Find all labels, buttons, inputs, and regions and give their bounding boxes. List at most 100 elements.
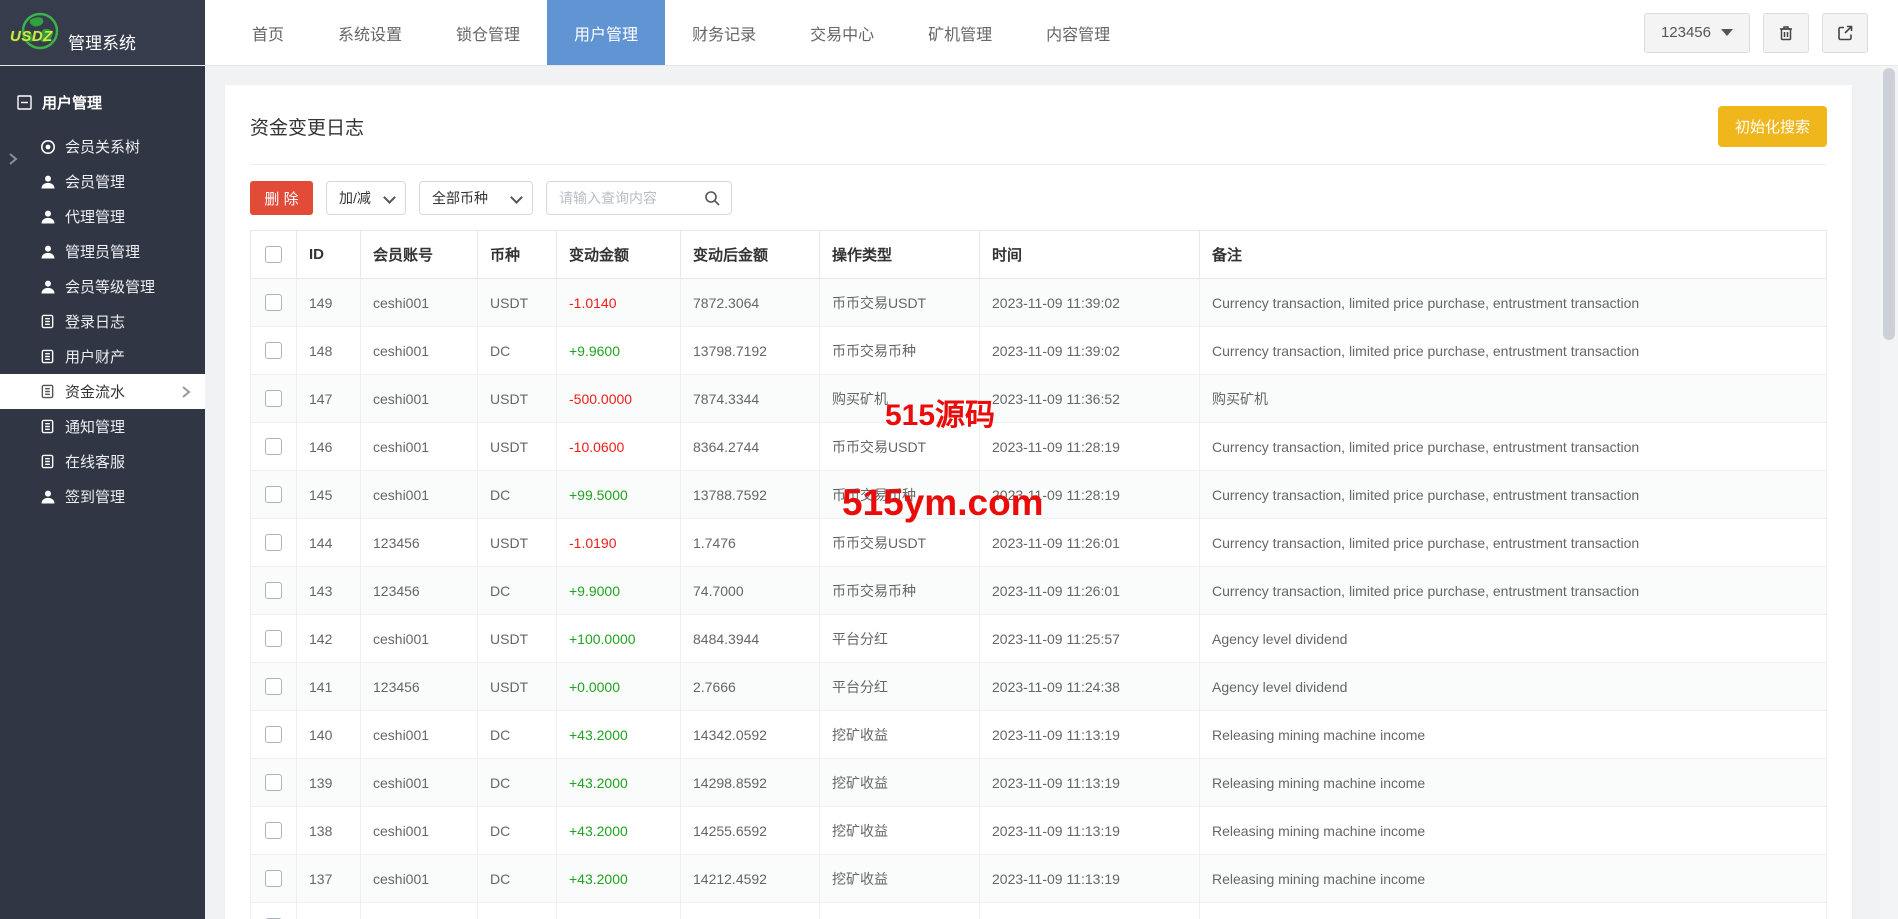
search-input[interactable] [547, 190, 704, 206]
cell-type: 币币交易币种 [820, 327, 980, 375]
app-logo: USDZ 管理系统 [0, 0, 205, 65]
cell-remark: Releasing mining machine income [1200, 903, 1827, 919]
cell-time: 2023-11-09 11:28:19 [980, 423, 1200, 471]
cell-change: -1.0190 [557, 519, 681, 567]
nav-item[interactable]: 系统设置 [311, 0, 429, 65]
cell-change: +0.0000 [557, 663, 681, 711]
sidebar-item-label: 管理员管理 [65, 241, 140, 262]
currency-select[interactable]: 全部币种 [419, 181, 533, 215]
cell-after: 7874.3344 [681, 375, 820, 423]
row-checkbox[interactable] [265, 630, 282, 647]
nav-item[interactable]: 用户管理 [547, 0, 665, 65]
scrollbar-thumb[interactable] [1883, 68, 1895, 340]
cell-currency: DC [478, 567, 557, 615]
cell-id: 147 [297, 375, 361, 423]
row-checkbox[interactable] [265, 294, 282, 311]
sidebar-item[interactable]: 在线客服 [0, 444, 205, 479]
nav-item[interactable]: 交易中心 [783, 0, 901, 65]
sidebar-item[interactable]: 登录日志 [0, 304, 205, 339]
cell-type: 平台分红 [820, 663, 980, 711]
cell-type: 挖矿收益 [820, 855, 980, 903]
cell-time: 2023-11-09 11:24:38 [980, 663, 1200, 711]
sidebar-item-label: 用户财产 [65, 346, 125, 367]
table-row: 143 123456 DC +9.9000 74.7000 币币交易币种 202… [251, 567, 1827, 615]
table-row: 137 ceshi001 DC +43.2000 14212.4592 挖矿收益… [251, 855, 1827, 903]
nav-item[interactable]: 首页 [225, 0, 311, 65]
sidebar-item-label: 会员等级管理 [65, 276, 155, 297]
cell-type: 购买矿机 [820, 375, 980, 423]
cell-after: 14342.0592 [681, 711, 820, 759]
nav-item[interactable]: 内容管理 [1019, 0, 1137, 65]
nav-item[interactable]: 矿机管理 [901, 0, 1019, 65]
row-checkbox[interactable] [265, 678, 282, 695]
cell-currency: DC [478, 327, 557, 375]
sidebar-item[interactable]: 代理管理 [0, 199, 205, 234]
type-select-wrap: 加/减 [326, 181, 406, 215]
cell-id: 141 [297, 663, 361, 711]
table-header-row: ID 会员账号 币种 变动金额 变动后金额 操作类型 时间 备注 [251, 231, 1827, 279]
sidebar-item[interactable]: 资金流水 [0, 374, 205, 409]
globe-logo-icon: USDZ [12, 8, 64, 58]
cell-account: ceshi001 [361, 471, 478, 519]
row-checkbox[interactable] [265, 870, 282, 887]
delete-button[interactable]: 删 除 [250, 181, 313, 215]
row-checkbox[interactable] [265, 534, 282, 551]
select-all-checkbox[interactable] [265, 246, 282, 263]
sidebar-item-icon [40, 489, 56, 505]
sidebar-item[interactable]: 会员关系树 [0, 129, 205, 164]
cell-id: 137 [297, 855, 361, 903]
type-select[interactable]: 加/减 [326, 181, 406, 215]
cell-currency: USDT [478, 519, 557, 567]
cell-currency: USDT [478, 375, 557, 423]
cell-remark: Currency transaction, limited price purc… [1200, 567, 1827, 615]
row-checkbox[interactable] [265, 726, 282, 743]
page-scrollbar[interactable] [1880, 66, 1898, 919]
logout-button[interactable] [1822, 13, 1868, 53]
cell-time: 2023-11-09 11:28:19 [980, 471, 1200, 519]
brand-text: USDZ [10, 28, 53, 45]
cell-after: 2.7666 [681, 663, 820, 711]
sidebar-item[interactable]: 会员等级管理 [0, 269, 205, 304]
cell-account: ceshi001 [361, 711, 478, 759]
col-remark: 备注 [1200, 231, 1827, 279]
nav-item[interactable]: 财务记录 [665, 0, 783, 65]
search-icon[interactable] [704, 190, 721, 207]
row-checkbox[interactable] [265, 342, 282, 359]
table-row: 146 ceshi001 USDT -10.0600 8364.2744 币币交… [251, 423, 1827, 471]
row-checkbox[interactable] [265, 582, 282, 599]
sidebar-item[interactable]: 用户财产 [0, 339, 205, 374]
sidebar-item-label: 资金流水 [65, 381, 125, 402]
nav-item-label: 系统设置 [338, 21, 402, 45]
sidebar-item-icon [40, 384, 56, 400]
sidebar-section-header[interactable]: 用户管理 [0, 66, 205, 129]
cell-currency: USDT [478, 663, 557, 711]
minus-square-icon [17, 95, 32, 110]
row-checkbox[interactable] [265, 486, 282, 503]
row-checkbox[interactable] [265, 390, 282, 407]
cell-after: 14169.2592 [681, 903, 820, 919]
sidebar-item[interactable]: 会员管理 [0, 164, 205, 199]
nav-item-label: 交易中心 [810, 21, 874, 45]
sidebar-item[interactable]: 管理员管理 [0, 234, 205, 269]
cell-id: 140 [297, 711, 361, 759]
cell-remark: Releasing mining machine income [1200, 807, 1827, 855]
cell-account: ceshi001 [361, 615, 478, 663]
row-checkbox[interactable] [265, 822, 282, 839]
cell-after: 8364.2744 [681, 423, 820, 471]
cell-time: 2023-11-09 11:39:02 [980, 279, 1200, 327]
sidebar-item[interactable]: 通知管理 [0, 409, 205, 444]
cell-after: 13788.7592 [681, 471, 820, 519]
user-dropdown[interactable]: 123456 [1644, 13, 1750, 53]
nav-item[interactable]: 锁仓管理 [429, 0, 547, 65]
trash-button[interactable] [1763, 13, 1809, 53]
table-row: 145 ceshi001 DC +99.5000 13788.7592 币币交易… [251, 471, 1827, 519]
cell-remark: Currency transaction, limited price purc… [1200, 519, 1827, 567]
init-search-button[interactable]: 初始化搜索 [1718, 106, 1827, 147]
cell-change: +43.2000 [557, 807, 681, 855]
toolbar: 删 除 加/减 全部币种 [250, 181, 1827, 215]
cell-remark: Currency transaction, limited price purc… [1200, 423, 1827, 471]
sidebar-item[interactable]: 签到管理 [0, 479, 205, 514]
table-row: 141 123456 USDT +0.0000 2.7666 平台分红 2023… [251, 663, 1827, 711]
row-checkbox[interactable] [265, 438, 282, 455]
row-checkbox[interactable] [265, 774, 282, 791]
